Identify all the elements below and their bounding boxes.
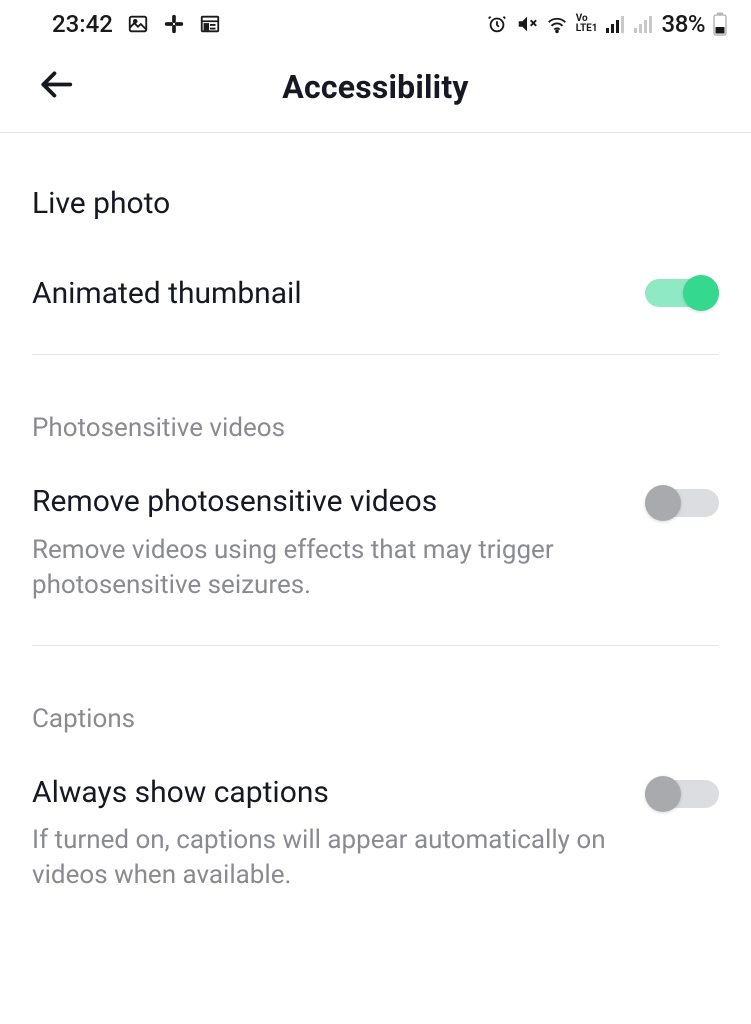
setting-animated-thumbnail[interactable]: Animated thumbnail	[32, 249, 719, 349]
setting-always-show-captions[interactable]: Always show captions If turned on, capti…	[32, 752, 719, 930]
page-header: Accessibility	[0, 46, 751, 133]
arrow-left-icon	[37, 65, 75, 106]
setting-live-photo[interactable]: Live photo	[32, 133, 719, 249]
setting-remove-photosensitive[interactable]: Remove photosensitive videos Remove vide…	[32, 461, 719, 639]
setting-description: Remove videos using effects that may tri…	[32, 533, 625, 603]
section-header-photosensitive: Photosensitive videos	[32, 355, 719, 461]
setting-description: If turned on, captions will appear autom…	[32, 823, 625, 893]
back-button[interactable]	[34, 63, 78, 107]
section-header-captions: Captions	[32, 646, 719, 752]
volte-icon: VoLTE1	[576, 14, 598, 34]
page-title: Accessibility	[282, 68, 468, 106]
picture-icon	[127, 13, 149, 35]
status-time: 23:42	[52, 10, 113, 38]
battery-percent: 38%	[662, 10, 705, 38]
mute-icon	[516, 13, 538, 35]
setting-label: Always show captions	[32, 774, 625, 812]
battery-icon	[713, 12, 727, 36]
status-bar: 23:42 VoLTE1 38%	[0, 0, 751, 46]
setting-label: Animated thumbnail	[32, 275, 625, 313]
status-right: VoLTE1 38%	[486, 10, 727, 38]
wifi-icon	[546, 14, 568, 34]
signal-icon-1	[606, 15, 626, 33]
news-icon	[199, 13, 221, 35]
toggle-always-show-captions[interactable]	[645, 776, 719, 812]
signal-icon-2	[634, 15, 654, 33]
settings-content: Live photo Animated thumbnail Photosensi…	[0, 133, 751, 929]
toggle-animated-thumbnail[interactable]	[645, 275, 719, 311]
setting-label: Live photo	[32, 185, 699, 223]
toggle-remove-photosensitive[interactable]	[645, 485, 719, 521]
slack-icon	[163, 13, 185, 35]
status-left: 23:42	[52, 10, 221, 38]
setting-label: Remove photosensitive videos	[32, 483, 625, 521]
alarm-icon	[486, 13, 508, 35]
